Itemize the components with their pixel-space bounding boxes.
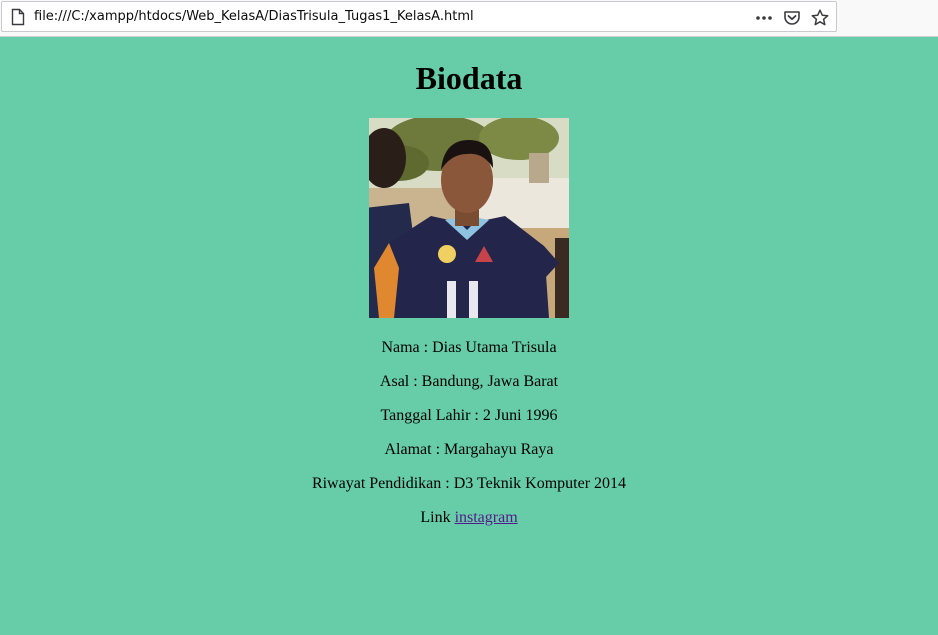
page-title: Biodata — [415, 60, 523, 96]
more-icon[interactable] — [754, 8, 774, 28]
bookmark-star-icon[interactable] — [810, 8, 830, 28]
row-nama: Nama : Dias Utama Trisula — [381, 339, 557, 356]
url-text[interactable]: file:///C:/xampp/htdocs/Web_KelasA/DiasT… — [34, 9, 474, 24]
biodata-list: Nama : Dias Utama Trisula Asal : Bandung… — [0, 338, 938, 542]
instagram-link[interactable]: instagram — [455, 509, 518, 526]
row-riwayat-pendidikan: Riwayat Pendidikan : D3 Teknik Komputer … — [311, 475, 627, 492]
page-content: Biodata Nama: Dias Utama Trisula Asal:… — [0, 37, 938, 542]
row-tanggal-lahir: Tanggal Lahir : 2 Juni 1996 — [380, 407, 558, 424]
row-alamat: Alamat : Margahayu Raya — [384, 441, 554, 458]
browser-toolbar: file:///C:/xampp/htdocs/Web_KelasA/DiasT… — [0, 0, 938, 37]
page-icon — [11, 8, 25, 26]
row-link: Link instagram — [0, 508, 938, 542]
profile-photo — [369, 118, 569, 318]
pocket-icon[interactable] — [782, 8, 802, 28]
row-asal: Asal : Bandung, Jawa Barat — [379, 373, 559, 390]
link-prefix: Link — [420, 509, 451, 526]
address-bar[interactable]: file:///C:/xampp/htdocs/Web_KelasA/DiasT… — [1, 1, 837, 32]
